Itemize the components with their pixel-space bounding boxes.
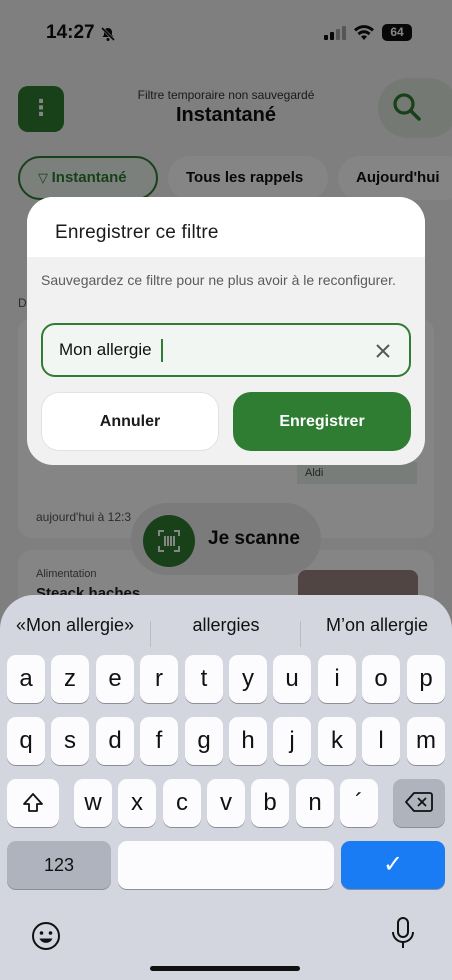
cancel-button[interactable]: Annuler bbox=[41, 392, 219, 451]
suggestion-item[interactable]: allergies bbox=[152, 605, 300, 645]
key[interactable]: r bbox=[140, 655, 178, 703]
delete-key[interactable] bbox=[393, 779, 445, 827]
key[interactable]: ´ bbox=[340, 779, 378, 827]
shift-key[interactable] bbox=[7, 779, 59, 827]
key[interactable]: q bbox=[7, 717, 45, 765]
key[interactable]: s bbox=[51, 717, 89, 765]
key[interactable]: a bbox=[7, 655, 45, 703]
key[interactable]: k bbox=[318, 717, 356, 765]
suggestion-item[interactable]: M’on allergie bbox=[302, 605, 452, 645]
key[interactable]: c bbox=[163, 779, 201, 827]
key[interactable]: m bbox=[407, 717, 445, 765]
key[interactable]: n bbox=[296, 779, 334, 827]
key[interactable]: d bbox=[96, 717, 134, 765]
suggestion-bar: «Mon allergie» allergies M’on allergie bbox=[0, 605, 452, 647]
suggestion-divider bbox=[150, 621, 151, 647]
dialog-title: Enregistrer ce filtre bbox=[55, 222, 219, 243]
save-button[interactable]: Enregistrer bbox=[233, 392, 411, 451]
suggestion-item[interactable]: «Mon allergie» bbox=[0, 605, 150, 645]
numbers-key[interactable]: 123 bbox=[7, 841, 111, 889]
key[interactable]: g bbox=[185, 717, 223, 765]
key[interactable]: y bbox=[229, 655, 267, 703]
suggestion-divider bbox=[300, 621, 301, 647]
microphone-icon[interactable] bbox=[390, 916, 416, 952]
dialog-description: Sauvegardez ce filtre pour ne plus avoir… bbox=[41, 272, 396, 288]
key[interactable]: p bbox=[407, 655, 445, 703]
key[interactable]: h bbox=[229, 717, 267, 765]
key[interactable]: i bbox=[318, 655, 356, 703]
filter-name-input[interactable] bbox=[59, 325, 359, 375]
key[interactable]: w bbox=[74, 779, 112, 827]
save-filter-dialog: Enregistrer ce filtre Sauvegardez ce fil… bbox=[27, 197, 425, 465]
home-indicator[interactable] bbox=[150, 966, 300, 971]
key[interactable]: z bbox=[51, 655, 89, 703]
key[interactable]: b bbox=[251, 779, 289, 827]
space-key[interactable] bbox=[118, 841, 334, 889]
key[interactable]: x bbox=[118, 779, 156, 827]
key[interactable]: o bbox=[362, 655, 400, 703]
key[interactable]: j bbox=[273, 717, 311, 765]
key[interactable]: e bbox=[96, 655, 134, 703]
emoji-icon[interactable] bbox=[30, 920, 62, 952]
clear-icon[interactable] bbox=[373, 341, 393, 361]
filter-name-field[interactable] bbox=[41, 323, 411, 377]
key[interactable]: t bbox=[185, 655, 223, 703]
backspace-icon bbox=[405, 792, 433, 812]
return-key[interactable]: ✓ bbox=[341, 841, 445, 889]
dialog-header: Enregistrer ce filtre bbox=[27, 197, 425, 257]
shift-icon bbox=[23, 793, 43, 812]
key[interactable]: f bbox=[140, 717, 178, 765]
key[interactable]: l bbox=[362, 717, 400, 765]
key[interactable]: u bbox=[273, 655, 311, 703]
text-caret bbox=[161, 339, 163, 362]
key[interactable]: v bbox=[207, 779, 245, 827]
